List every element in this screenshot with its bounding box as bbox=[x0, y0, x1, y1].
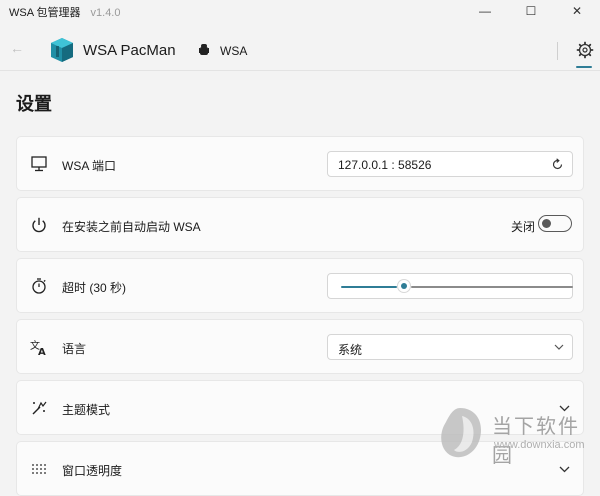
setting-label-timeout: 超时 (30 秒) bbox=[62, 281, 127, 295]
close-icon: ✕ bbox=[571, 4, 583, 18]
dots-grid-icon bbox=[32, 464, 46, 474]
slider-track bbox=[411, 286, 573, 288]
gear-icon[interactable] bbox=[576, 41, 594, 59]
setting-card-autostart: 在安装之前自动启动 WSA 关闭 bbox=[16, 197, 584, 252]
window-title-text: WSA 包管理器 bbox=[9, 7, 81, 19]
settings-tab-indicator bbox=[576, 66, 592, 68]
app-version: v1.4.0 bbox=[90, 7, 121, 19]
setting-label-transparency: 窗口透明度 bbox=[62, 464, 123, 478]
setting-label-autostart: 在安装之前自动启动 WSA bbox=[62, 220, 201, 234]
watermark-url: www.downxia.com bbox=[494, 439, 585, 451]
toggle-state-label: 关闭 bbox=[511, 220, 536, 234]
refresh-icon[interactable] bbox=[551, 158, 564, 171]
power-icon bbox=[32, 217, 46, 233]
android-icon bbox=[199, 44, 209, 55]
chevron-down-icon bbox=[554, 344, 564, 350]
slider-track-fill bbox=[341, 286, 397, 288]
svg-text:A: A bbox=[38, 347, 46, 356]
language-select[interactable]: 系统 bbox=[327, 334, 573, 360]
wsa-tab[interactable]: WSA bbox=[220, 44, 247, 58]
app-name: WSA PacMan bbox=[83, 42, 176, 59]
translate-icon: 文 A bbox=[30, 339, 46, 356]
minimize-icon: — bbox=[479, 4, 491, 18]
toggle-knob bbox=[542, 219, 551, 228]
watermark: 当下软件园 www.downxia.com bbox=[432, 404, 600, 467]
timeout-slider[interactable] bbox=[341, 280, 573, 292]
setting-label-theme: 主题模式 bbox=[62, 403, 111, 417]
maximize-button[interactable]: ☐ bbox=[508, 0, 554, 22]
maximize-icon: ☐ bbox=[525, 4, 537, 18]
monitor-icon bbox=[31, 156, 47, 172]
window-title: WSA 包管理器 v1.4.0 bbox=[9, 4, 120, 20]
port-input[interactable]: 127.0.0.1 : 58526 bbox=[327, 151, 573, 177]
minimize-button[interactable]: — bbox=[462, 0, 508, 22]
autostart-toggle[interactable] bbox=[538, 215, 572, 232]
port-value: 127.0.0.1 : 58526 bbox=[338, 158, 432, 172]
app-bar: ← WSA PacMan WSA bbox=[0, 30, 600, 71]
close-button[interactable]: ✕ bbox=[554, 0, 600, 22]
setting-label-language: 语言 bbox=[62, 342, 87, 356]
setting-label-port: WSA 端口 bbox=[62, 159, 117, 173]
app-logo-icon bbox=[51, 38, 73, 62]
setting-card-language: 文 A 语言 系统 bbox=[16, 319, 584, 374]
title-bar: WSA 包管理器 v1.4.0 — ☐ ✕ bbox=[0, 0, 600, 22]
watermark-logo-icon bbox=[441, 408, 482, 458]
slider-thumb[interactable] bbox=[398, 280, 410, 292]
language-selected-value: 系统 bbox=[338, 343, 363, 357]
timer-icon bbox=[32, 278, 46, 294]
back-button[interactable]: ← bbox=[10, 40, 24, 56]
page-title: 设置 bbox=[16, 94, 52, 114]
setting-card-timeout: 超时 (30 秒) bbox=[16, 258, 584, 313]
back-arrow-icon: ← bbox=[10, 40, 24, 56]
appbar-divider bbox=[557, 42, 558, 60]
setting-card-port: WSA 端口 127.0.0.1 : 58526 bbox=[16, 136, 584, 191]
theme-icon bbox=[32, 401, 47, 415]
